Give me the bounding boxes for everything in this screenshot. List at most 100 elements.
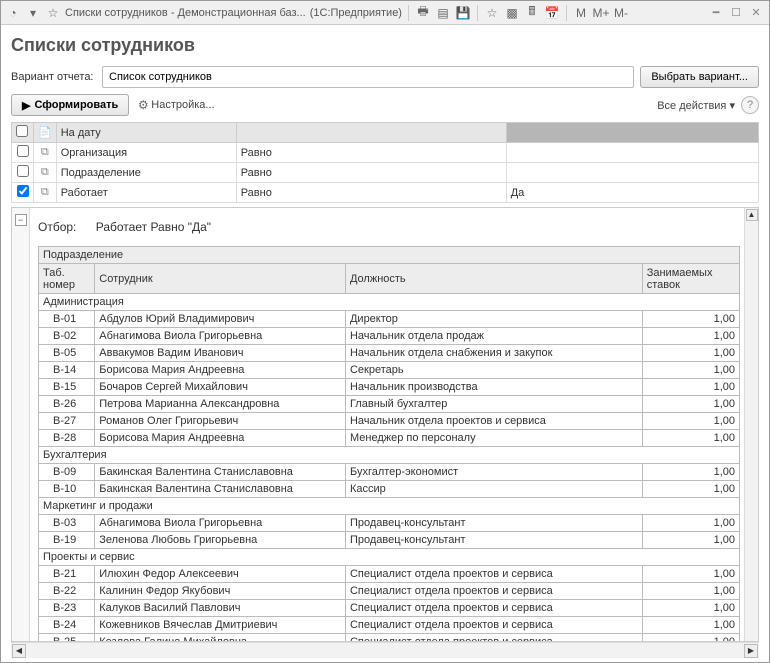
col-dept-header: Подразделение	[39, 247, 740, 264]
vertical-scrollbar[interactable]: ▲	[744, 208, 758, 641]
dept-group-header[interactable]: Бухгалтерия	[39, 447, 740, 464]
form-button[interactable]: ▶ Сформировать	[11, 94, 129, 116]
star-icon[interactable]: ☆	[45, 5, 61, 21]
dept-group-header[interactable]: Администрация	[39, 294, 740, 311]
collapse-toggle[interactable]: −	[15, 214, 27, 226]
table-row[interactable]: В-01Абдулов Юрий ВладимировичДиректор1,0…	[39, 311, 740, 328]
filter-table: 📄 На дату ⧉ОрганизацияРавно⧉Подразделени…	[11, 122, 759, 203]
preview-icon[interactable]: ▤	[435, 5, 451, 21]
filter-condition[interactable]: Равно	[236, 163, 506, 183]
cell-employee: Абдулов Юрий Владимирович	[95, 311, 346, 328]
cell-position: Специалист отдела проектов и сервиса	[345, 600, 642, 617]
cell-position: Специалист отдела проектов и сервиса	[345, 634, 642, 642]
scroll-up-icon[interactable]: ▲	[746, 209, 758, 221]
dropdown-icon[interactable]: ▾	[25, 5, 41, 21]
filter-condition[interactable]: Равно	[236, 183, 506, 203]
table-row[interactable]: В-27Романов Олег ГригорьевичНачальник от…	[39, 413, 740, 430]
page-title: Списки сотрудников	[11, 35, 759, 56]
table-row[interactable]: В-26Петрова Марианна АлександровнаГлавны…	[39, 396, 740, 413]
table-row[interactable]: В-05Аввакумов Вадим ИвановичНачальник от…	[39, 345, 740, 362]
cell-position: Продавец-консультант	[345, 532, 642, 549]
table-row[interactable]: В-21Илюхин Федор АлексеевичСпециалист от…	[39, 566, 740, 583]
variant-input[interactable]	[102, 66, 634, 88]
cell-tabno: В-02	[39, 328, 95, 345]
col-position-header: Должность	[345, 264, 642, 294]
minimize-button[interactable]: ━	[707, 5, 725, 21]
filter-row[interactable]: ⧉ПодразделениеРавно	[12, 163, 759, 183]
close-button[interactable]: ✕	[747, 5, 765, 21]
separator	[408, 5, 409, 21]
cell-rate: 1,00	[642, 396, 739, 413]
filter-value[interactable]	[506, 163, 758, 183]
table-row[interactable]: В-24Кожевников Вячеслав ДмитриевичСпециа…	[39, 617, 740, 634]
cell-rate: 1,00	[642, 311, 739, 328]
calc-icon[interactable]: 🖩	[524, 5, 540, 21]
filter-check[interactable]	[12, 183, 34, 203]
cell-tabno: В-19	[39, 532, 95, 549]
settings-link[interactable]: Настройка...	[151, 99, 214, 111]
table-row[interactable]: В-02Абнагимова Виола ГригорьевнаНачальни…	[39, 328, 740, 345]
filter-field-icon: ⧉	[34, 163, 57, 183]
window-title-left: Списки сотрудников - Демонстрационная ба…	[65, 7, 306, 19]
table-row[interactable]: В-22Калинин Федор ЯкубовичСпециалист отд…	[39, 583, 740, 600]
cell-rate: 1,00	[642, 345, 739, 362]
filter-check[interactable]	[12, 143, 34, 163]
choose-variant-button[interactable]: Выбрать вариант...	[640, 66, 759, 88]
variant-label: Вариант отчета:	[11, 71, 96, 83]
filter-row[interactable]: ⧉РаботаетРавноДа	[12, 183, 759, 203]
table-row[interactable]: В-23Калуков Василий ПавловичСпециалист о…	[39, 600, 740, 617]
mem-m-icon[interactable]: M	[573, 5, 589, 21]
table-row[interactable]: В-10Бакинская Валентина СтаниславовнаКас…	[39, 481, 740, 498]
table-row[interactable]: В-14Борисова Мария АндреевнаСекретарь1,0…	[39, 362, 740, 379]
filter-value[interactable]: Да	[506, 183, 758, 203]
filter-row[interactable]: ⧉ОрганизацияРавно	[12, 143, 759, 163]
cell-rate: 1,00	[642, 430, 739, 447]
report-scroll[interactable]: Отбор: Работает Равно "Да" Подразделение…	[30, 208, 744, 641]
cell-rate: 1,00	[642, 515, 739, 532]
filter-condition[interactable]: Равно	[236, 143, 506, 163]
report-filter-label: Отбор:	[38, 220, 76, 234]
cell-rate: 1,00	[642, 481, 739, 498]
filter-date-header: На дату	[56, 123, 236, 143]
save-icon[interactable]: 💾	[455, 5, 471, 21]
table-row[interactable]: В-15Бочаров Сергей МихайловичНачальник п…	[39, 379, 740, 396]
cell-tabno: В-03	[39, 515, 95, 532]
table-row[interactable]: В-28Борисова Мария АндреевнаМенеджер по …	[39, 430, 740, 447]
settings-icon[interactable]: ⚙	[135, 97, 151, 113]
dept-group-header[interactable]: Проекты и сервис	[39, 549, 740, 566]
filter-field-label: Подразделение	[56, 163, 236, 183]
filter-header-row: 📄 На дату	[12, 123, 759, 143]
cell-tabno: В-21	[39, 566, 95, 583]
cell-position: Кассир	[345, 481, 642, 498]
mem-mplus-icon[interactable]: M+	[593, 5, 609, 21]
maximize-button[interactable]: ☐	[727, 5, 745, 21]
table-row[interactable]: В-03Абнагимова Виола ГригорьевнаПродавец…	[39, 515, 740, 532]
scroll-right-icon[interactable]: ▶	[744, 644, 758, 658]
col-rates-header: Занимаемых ставок	[642, 264, 739, 294]
cell-tabno: В-28	[39, 430, 95, 447]
cell-employee: Абнагимова Виола Григорьевна	[95, 515, 346, 532]
cell-employee: Кожевников Вячеслав Дмитриевич	[95, 617, 346, 634]
dept-group-header[interactable]: Маркетинг и продажи	[39, 498, 740, 515]
cell-position: Директор	[345, 311, 642, 328]
calendar-icon[interactable]: 📅	[544, 5, 560, 21]
filter-check-header[interactable]	[12, 123, 34, 143]
table-row[interactable]: В-19Зеленова Любовь ГригорьевнаПродавец-…	[39, 532, 740, 549]
cell-position: Бухгалтер-экономист	[345, 464, 642, 481]
print-icon[interactable]: 🖶	[415, 5, 431, 21]
table-row[interactable]: В-09Бакинская Валентина СтаниславовнаБух…	[39, 464, 740, 481]
horizontal-scrollbar[interactable]: ◀ ▶	[11, 642, 759, 658]
filter-value[interactable]	[506, 143, 758, 163]
mem-mminus-icon[interactable]: M-	[613, 5, 629, 21]
history-icon[interactable]: ▩	[504, 5, 520, 21]
cell-employee: Илюхин Федор Алексеевич	[95, 566, 346, 583]
scroll-left-icon[interactable]: ◀	[12, 644, 26, 658]
favorite-icon[interactable]: ☆	[484, 5, 500, 21]
filter-check[interactable]	[12, 163, 34, 183]
all-actions-link[interactable]: Все действия ▾	[657, 99, 735, 112]
app-icon: ◔	[5, 5, 21, 21]
cell-employee: Калинин Федор Якубович	[95, 583, 346, 600]
help-button[interactable]: ?	[741, 96, 759, 114]
table-row[interactable]: В-25Козлова Галина МихайловнаСпециалист …	[39, 634, 740, 642]
cell-employee: Калуков Василий Павлович	[95, 600, 346, 617]
